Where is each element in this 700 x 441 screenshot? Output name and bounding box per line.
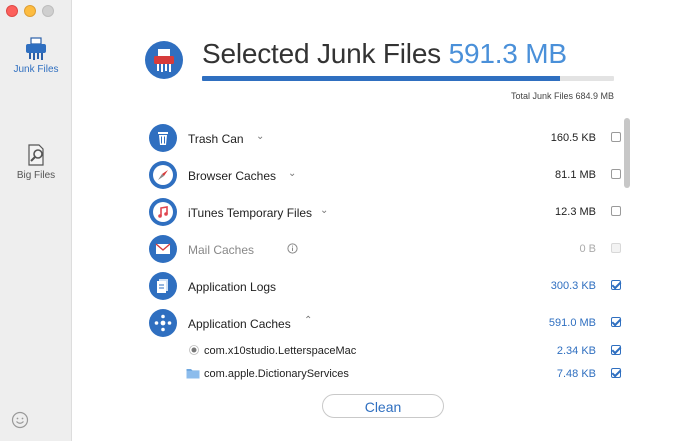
magnifier-file-icon (28, 144, 44, 166)
subitem-row-letterspace[interactable]: com.x10studio.LetterspaceMac 2.34 KB (144, 340, 624, 362)
category-checkbox[interactable] (611, 243, 621, 253)
compass-icon (149, 161, 177, 189)
sidebar: Junk Files Big Files (0, 0, 72, 441)
close-window-button[interactable] (6, 5, 18, 17)
category-row-browser-caches[interactable]: Browser Caches ⌄ 81.1 MB (144, 157, 624, 193)
sidebar-item-label: Junk Files (13, 64, 59, 75)
category-name: Mail Caches (188, 243, 255, 257)
category-row-application-caches[interactable]: Application Caches ⌃ 591.0 MB (144, 305, 624, 341)
subitem-name: com.apple.DictionaryServices (204, 368, 349, 380)
chevron-up-icon[interactable]: ⌃ (304, 315, 312, 326)
sidebar-item-big-files[interactable]: Big Files (0, 142, 72, 181)
category-size: 0 B (579, 243, 596, 255)
subitem-checkbox[interactable] (611, 368, 621, 378)
category-row-application-logs[interactable]: Application Logs 300.3 KB (144, 268, 624, 304)
category-checkbox[interactable] (611, 280, 621, 290)
app-bullet-icon (189, 345, 199, 355)
sidebar-item-label: Big Files (16, 170, 56, 181)
list-scrollbar[interactable] (624, 118, 630, 388)
page-title: Selected Junk Files 591.3 MB (202, 38, 567, 70)
clean-button[interactable]: Clean (322, 394, 444, 418)
category-size: 160.5 KB (550, 132, 596, 144)
main-panel: Selected Junk Files 591.3 MB Total Junk … (72, 0, 700, 441)
subitem-checkbox[interactable] (611, 345, 621, 355)
selection-progress-bar (202, 76, 614, 81)
title-text: Selected Junk Files (202, 38, 441, 69)
trash-icon (149, 124, 177, 152)
category-size: 300.3 KB (550, 280, 596, 292)
app-cache-icon (149, 309, 177, 337)
category-name: iTunes Temporary Files (188, 206, 313, 220)
category-name: Application Logs (188, 280, 277, 294)
shredder-icon (145, 41, 183, 79)
category-row-trash-can[interactable]: Trash Can ⌄ 160.5 KB (144, 120, 624, 156)
category-name: Application Caches (188, 317, 291, 331)
mail-icon (149, 235, 177, 263)
shredder-icon (26, 37, 46, 60)
selected-size: 591.3 MB (448, 38, 567, 69)
category-checkbox[interactable] (611, 169, 621, 179)
category-size: 591.0 MB (548, 317, 596, 329)
minimize-window-button[interactable] (24, 5, 36, 17)
chevron-down-icon[interactable]: ⌄ (256, 131, 264, 142)
chevron-down-icon[interactable]: ⌄ (288, 168, 296, 179)
scrollbar-thumb[interactable] (624, 118, 630, 188)
progress-fill (202, 76, 561, 81)
subitem-size: 7.48 KB (556, 368, 596, 380)
zoom-window-button[interactable] (42, 5, 54, 17)
category-row-itunes-temporary-files[interactable]: iTunes Temporary Files ⌄ 12.3 MB (144, 194, 624, 230)
category-row-mail-caches[interactable]: Mail Caches 0 B (144, 231, 624, 267)
info-icon[interactable] (287, 243, 298, 254)
subitem-size: 2.34 KB (556, 345, 596, 357)
subitem-row-dictionary-services[interactable]: com.apple.DictionaryServices 7.48 KB (144, 363, 624, 385)
folder-icon (186, 369, 200, 379)
category-name: Trash Can (188, 132, 244, 146)
category-size: 12.3 MB (555, 206, 596, 218)
category-checkbox[interactable] (611, 206, 621, 216)
category-name: Browser Caches (188, 169, 277, 183)
subitem-name: com.x10studio.LetterspaceMac (204, 345, 357, 357)
music-note-icon (149, 198, 177, 226)
chevron-down-icon[interactable]: ⌄ (320, 205, 328, 216)
total-junk-label: Total Junk Files 684.9 MB (510, 91, 614, 101)
log-icon (149, 272, 177, 300)
junk-category-list: Trash Can ⌄ 160.5 KB Browser Caches ⌄ 81… (144, 118, 624, 390)
window-controls (6, 5, 54, 17)
category-size: 81.1 MB (555, 169, 596, 181)
category-checkbox[interactable] (611, 132, 621, 142)
sidebar-item-junk-files[interactable]: Junk Files (0, 36, 72, 75)
category-checkbox[interactable] (611, 317, 621, 327)
feedback-smiley-icon[interactable] (11, 411, 29, 429)
